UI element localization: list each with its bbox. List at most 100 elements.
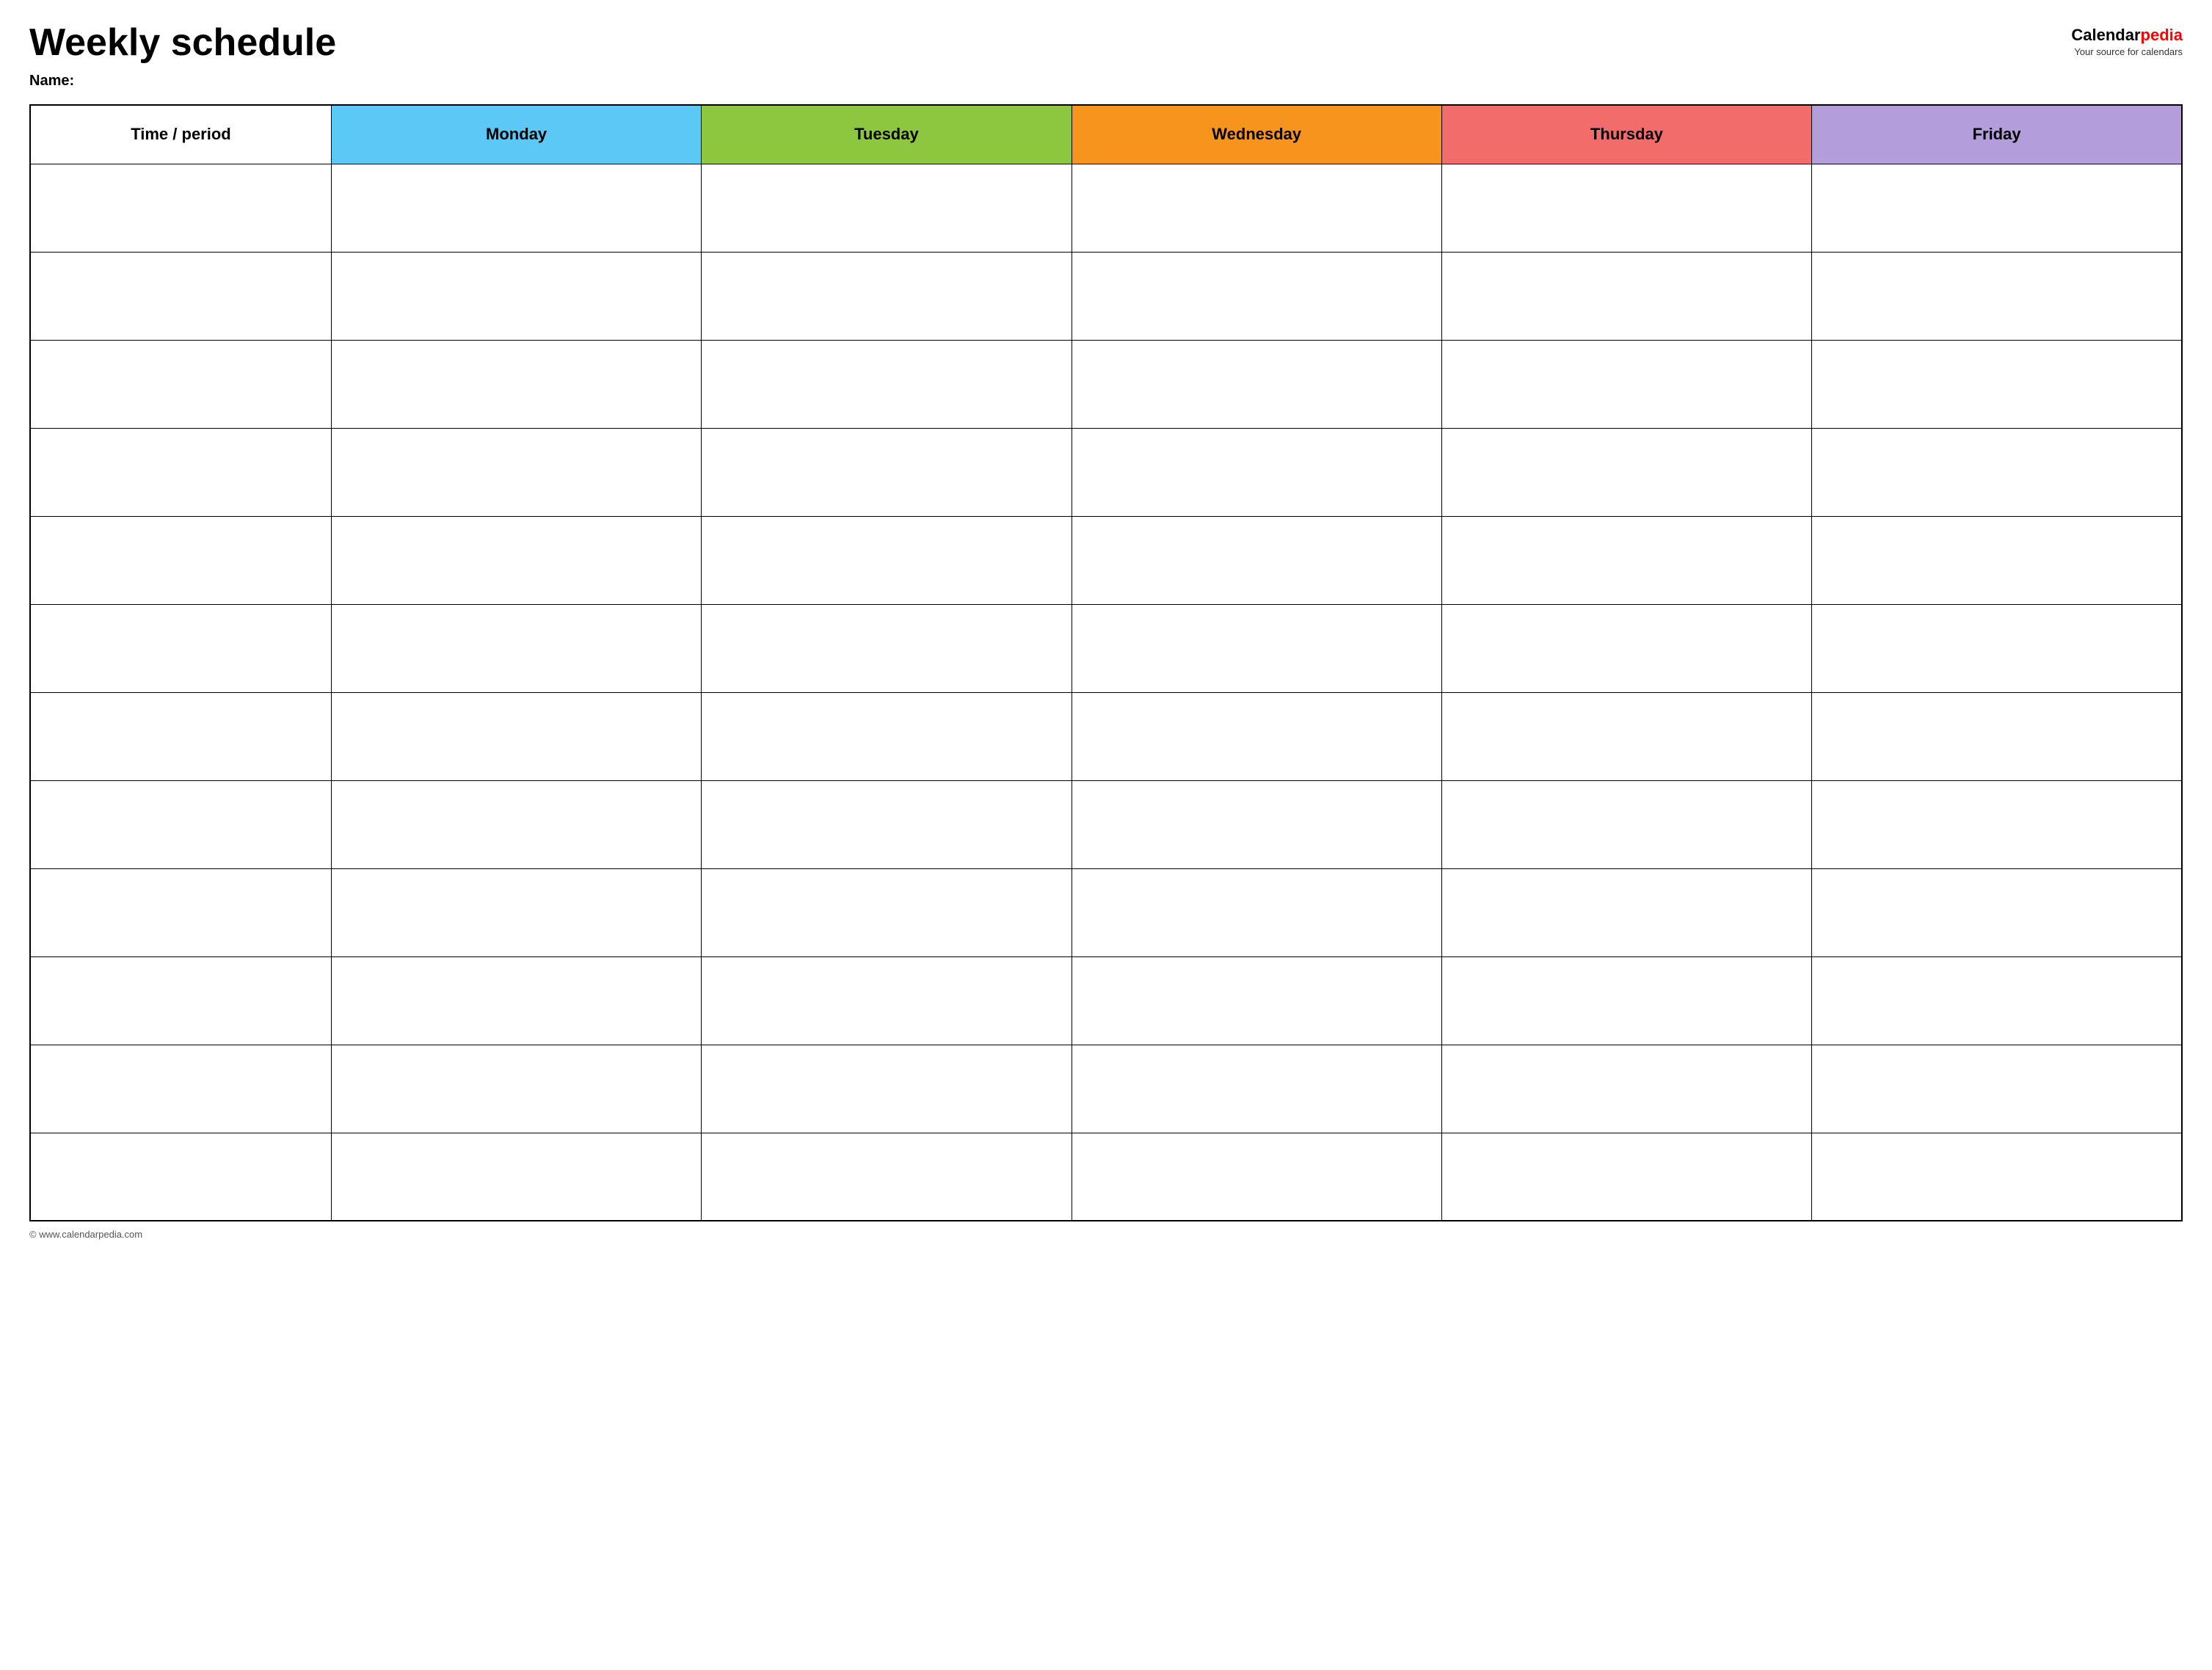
schedule-cell[interactable]: [702, 1045, 1072, 1133]
time-cell[interactable]: [30, 780, 331, 868]
logo-area: Calendarpedia Your source for calendars: [2071, 26, 2183, 57]
schedule-cell[interactable]: [1812, 164, 2182, 252]
table-row: [30, 868, 2182, 956]
schedule-cell[interactable]: [1812, 516, 2182, 604]
schedule-cell[interactable]: [331, 164, 701, 252]
schedule-cell[interactable]: [331, 1133, 701, 1221]
schedule-cell[interactable]: [1441, 1133, 1811, 1221]
header-tuesday: Tuesday: [702, 105, 1072, 164]
schedule-cell[interactable]: [1812, 868, 2182, 956]
logo-tagline: Your source for calendars: [2074, 46, 2183, 57]
schedule-cell[interactable]: [1072, 1045, 1441, 1133]
schedule-cell[interactable]: [331, 692, 701, 780]
schedule-cell[interactable]: [331, 340, 701, 428]
page-header: Weekly schedule Name: Calendarpedia Your…: [29, 22, 2183, 90]
time-cell[interactable]: [30, 516, 331, 604]
schedule-cell[interactable]: [1072, 604, 1441, 692]
schedule-cell[interactable]: [1812, 780, 2182, 868]
schedule-cell[interactable]: [702, 1133, 1072, 1221]
schedule-cell[interactable]: [1812, 604, 2182, 692]
schedule-cell[interactable]: [702, 956, 1072, 1045]
schedule-cell[interactable]: [1072, 692, 1441, 780]
name-label: Name:: [29, 73, 336, 90]
schedule-cell[interactable]: [702, 692, 1072, 780]
schedule-cell[interactable]: [1072, 956, 1441, 1045]
schedule-cell[interactable]: [331, 428, 701, 516]
schedule-cell[interactable]: [1812, 428, 2182, 516]
logo-brand-text: Calendar: [2071, 26, 2140, 44]
footer: © www.calendarpedia.com: [29, 1229, 2183, 1240]
schedule-cell[interactable]: [1072, 868, 1441, 956]
time-cell[interactable]: [30, 164, 331, 252]
schedule-cell[interactable]: [331, 516, 701, 604]
header-thursday: Thursday: [1441, 105, 1811, 164]
schedule-cell[interactable]: [1441, 252, 1811, 340]
schedule-cell[interactable]: [1441, 956, 1811, 1045]
schedule-cell[interactable]: [1441, 692, 1811, 780]
table-row: [30, 516, 2182, 604]
schedule-cell[interactable]: [702, 780, 1072, 868]
schedule-cell[interactable]: [331, 604, 701, 692]
table-row: [30, 164, 2182, 252]
schedule-cell[interactable]: [1441, 604, 1811, 692]
schedule-cell[interactable]: [1812, 692, 2182, 780]
schedule-cell[interactable]: [1812, 340, 2182, 428]
logo-accent-text: pedia: [2141, 26, 2183, 44]
time-cell[interactable]: [30, 252, 331, 340]
schedule-cell[interactable]: [702, 164, 1072, 252]
table-row: [30, 692, 2182, 780]
schedule-cell[interactable]: [1812, 1133, 2182, 1221]
time-cell[interactable]: [30, 1045, 331, 1133]
table-row: [30, 780, 2182, 868]
table-row: [30, 1045, 2182, 1133]
logo: Calendarpedia: [2071, 26, 2183, 45]
table-header-row: Time / period Monday Tuesday Wednesday T…: [30, 105, 2182, 164]
time-cell[interactable]: [30, 1133, 331, 1221]
schedule-cell[interactable]: [1441, 164, 1811, 252]
schedule-cell[interactable]: [1072, 780, 1441, 868]
schedule-table: Time / period Monday Tuesday Wednesday T…: [29, 104, 2183, 1221]
schedule-cell[interactable]: [1441, 428, 1811, 516]
schedule-cell[interactable]: [1812, 956, 2182, 1045]
schedule-cell[interactable]: [331, 956, 701, 1045]
schedule-cell[interactable]: [702, 604, 1072, 692]
time-cell[interactable]: [30, 604, 331, 692]
schedule-cell[interactable]: [1072, 164, 1441, 252]
schedule-cell[interactable]: [1441, 868, 1811, 956]
schedule-cell[interactable]: [1072, 1133, 1441, 1221]
schedule-cell[interactable]: [1441, 340, 1811, 428]
schedule-cell[interactable]: [1072, 252, 1441, 340]
schedule-cell[interactable]: [1072, 516, 1441, 604]
time-cell[interactable]: [30, 692, 331, 780]
table-row: [30, 1133, 2182, 1221]
header-wednesday: Wednesday: [1072, 105, 1441, 164]
schedule-cell[interactable]: [331, 252, 701, 340]
header-time: Time / period: [30, 105, 331, 164]
schedule-cell[interactable]: [1441, 1045, 1811, 1133]
schedule-cell[interactable]: [702, 516, 1072, 604]
table-row: [30, 956, 2182, 1045]
schedule-cell[interactable]: [702, 340, 1072, 428]
schedule-cell[interactable]: [1812, 252, 2182, 340]
page-title: Weekly schedule: [29, 22, 336, 64]
schedule-cell[interactable]: [702, 428, 1072, 516]
schedule-cell[interactable]: [1441, 780, 1811, 868]
time-cell[interactable]: [30, 868, 331, 956]
time-cell[interactable]: [30, 428, 331, 516]
table-row: [30, 428, 2182, 516]
time-cell[interactable]: [30, 340, 331, 428]
schedule-cell[interactable]: [331, 868, 701, 956]
header-monday: Monday: [331, 105, 701, 164]
table-row: [30, 340, 2182, 428]
schedule-cell[interactable]: [702, 868, 1072, 956]
schedule-cell[interactable]: [331, 1045, 701, 1133]
schedule-cell[interactable]: [331, 780, 701, 868]
time-cell[interactable]: [30, 956, 331, 1045]
table-row: [30, 252, 2182, 340]
schedule-cell[interactable]: [702, 252, 1072, 340]
schedule-cell[interactable]: [1441, 516, 1811, 604]
header-friday: Friday: [1812, 105, 2182, 164]
schedule-cell[interactable]: [1072, 428, 1441, 516]
schedule-cell[interactable]: [1812, 1045, 2182, 1133]
schedule-cell[interactable]: [1072, 340, 1441, 428]
